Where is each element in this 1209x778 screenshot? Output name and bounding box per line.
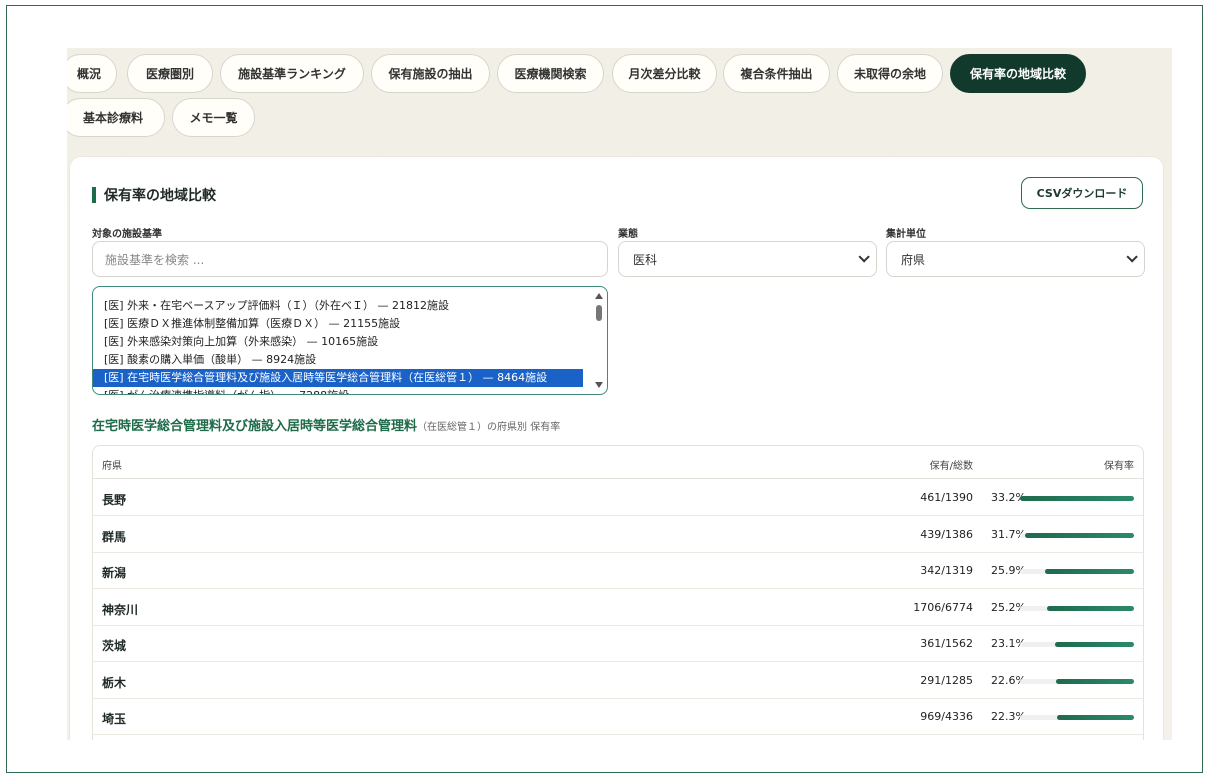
cell-pref: 神奈川 [102,602,139,617]
table-row[interactable]: 長野 461/1390 33.2% [93,480,1143,516]
table-header: 府県 保有/総数 保有率 [93,446,1143,479]
type-select-value: 医科 [633,252,658,267]
listbox-option-selected[interactable]: [医] 在宅時医学総合管理料及び施設入居時等医学総合管理料（在医総管１） — 8… [93,369,583,387]
rate-bar-track [1020,496,1134,501]
cell-pref: 埼玉 [102,712,127,726]
rate-bar-fill [1056,678,1134,684]
header-rate[interactable]: 保有率 [1104,457,1134,472]
table-row[interactable]: 埼玉 969/4336 22.3% [93,699,1143,735]
tab-monthly-diff[interactable]: 月次差分比較 [612,54,717,93]
table-row[interactable]: 新潟 342/1319 25.9% [93,553,1143,589]
cell-count: 361/1562 [920,637,973,650]
tab-overview[interactable]: 概況 [67,54,117,93]
listbox-option[interactable]: [医] 医療ＤＸ推進体制整備加算（医療ＤＸ） — 21155施設 [93,315,583,333]
result-heading: 在宅時医学総合管理料及び施設入居時等医学総合管理料（在医総管１）の府県別 保有率 [92,415,560,434]
unit-label: 集計単位 [886,229,926,240]
cell-count: 461/1390 [920,491,973,504]
listbox-option[interactable]: [医] 外来・在宅ベースアップ評価料（Ｉ）（外在ベＩ） — 21812施設 [93,297,583,315]
header-count[interactable]: 保有/総数 [930,457,973,472]
rate-table: 府県 保有/総数 保有率 長野 461/1390 33.2% 群馬 439/1386 31… [92,445,1144,740]
rate-bar-track [1020,532,1134,538]
rate-bar-fill [1054,642,1134,647]
cell-pref: 長野 [102,493,127,507]
cell-count: 439/1386 [920,527,973,541]
standard-listbox[interactable]: [医] 外来・在宅ベースアップ評価料（Ｉ）（外在ベＩ） — 21812施設 [医… [92,286,608,395]
scroll-up-arrow-icon[interactable] [595,293,603,299]
cell-count: 291/1285 [920,673,973,687]
rate-bar-fill [1045,569,1134,574]
rate-bar-track [1020,715,1134,720]
cell-count: 342/1319 [920,564,973,577]
cell-pref: 新潟 [102,566,127,580]
listbox-items: [医] 外来・在宅ベースアップ評価料（Ｉ）（外在ベＩ） — 21812施設 [医… [93,297,583,394]
scroll-down-arrow-icon[interactable] [595,382,603,388]
rate-bar-track [1020,642,1134,647]
unit-select-value: 府県 [901,252,926,267]
main-viewport: 概況 医療圏別 施設基準ランキング 保有施設の抽出 医療機関検索 月次差分比較 … [67,48,1172,740]
result-heading-sub: （在医総管１）の府県別 保有率 [417,422,561,433]
unit-select[interactable]: 府県 [886,241,1145,277]
tab-standard-ranking[interactable]: 施設基準ランキング [220,54,364,93]
listbox-option[interactable]: [医] 酸素の購入単価（酸単） — 8924施設 [93,351,583,369]
chevron-down-icon [1126,251,1138,263]
tab-compound-extract[interactable]: 複合条件抽出 [723,54,830,93]
scroll-thumb[interactable] [596,305,602,321]
tab-holding-extract[interactable]: 保有施設の抽出 [371,54,490,93]
tab-regional-comparison[interactable]: 保有率の地域比較 [950,54,1086,93]
cell-pref: 群馬 [102,529,127,544]
rate-bar-track [1020,605,1134,611]
standard-label: 対象の施設基準 [92,229,162,240]
listbox-option[interactable]: [医] 外来感染対策向上加算（外来感染） — 10165施設 [93,333,583,351]
type-label: 業態 [618,229,638,240]
tab-memo-list[interactable]: メモ一覧 [172,98,255,137]
tab-facility-search[interactable]: 医療機関検索 [497,54,604,93]
title-accent-bar [92,187,96,203]
app-frame: 概況 医療圏別 施設基準ランキング 保有施設の抽出 医療機関検索 月次差分比較 … [6,5,1203,773]
table-row[interactable]: 栃木 291/1285 22.6% [93,663,1143,699]
rate-bar-fill [1047,605,1134,611]
cell-pref: 茨城 [102,639,127,653]
standard-search-input[interactable]: 施設基準を検索 ... [92,241,608,277]
regional-comparison-card: 保有率の地域比較 CSVダウンロード 対象の施設基準 施設基準を検索 ... 業… [69,156,1164,740]
header-pref[interactable]: 府県 [102,457,122,472]
tab-unacquired-room[interactable]: 未取得の余地 [837,54,943,93]
rate-bar-fill [1057,715,1134,720]
table-row[interactable]: 茨城 361/1562 23.1% [93,626,1143,662]
rate-bar-track [1020,678,1134,684]
listbox-scrollbar[interactable] [593,289,605,392]
section-title-text: 保有率の地域比較 [104,188,216,204]
result-heading-main: 在宅時医学総合管理料及び施設入居時等医学総合管理料 [92,419,418,434]
table-row[interactable]: 神奈川 1706/6774 25.2% [93,590,1143,626]
cell-count: 1706/6774 [913,600,973,614]
section-title: 保有率の地域比較 [92,185,216,205]
cell-count: 969/4336 [920,710,973,723]
rate-bar-fill [1020,496,1134,501]
rate-bar-track [1020,569,1134,574]
cell-pref: 栃木 [102,675,127,690]
csv-download-button[interactable]: CSVダウンロード [1021,177,1143,209]
type-select[interactable]: 医科 [618,241,877,277]
tab-medical-area[interactable]: 医療圏別 [127,54,213,93]
rate-bar-fill [1025,532,1134,538]
tab-basic-fees[interactable]: 基本診療料 [67,98,165,137]
listbox-option[interactable]: [医] がん治療連携指導料（がん指） — 7288施設 [93,387,583,394]
chevron-down-icon [858,251,870,263]
table-row[interactable]: 群馬 439/1386 31.7% [93,517,1143,553]
